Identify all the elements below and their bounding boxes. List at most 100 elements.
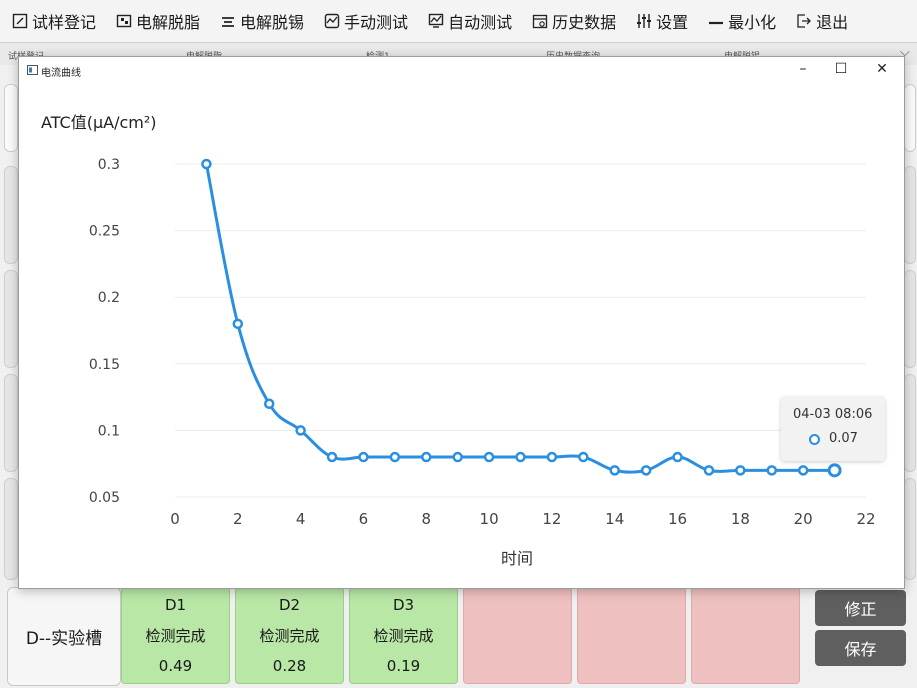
data-point [672,451,683,463]
background-row [904,478,916,580]
x-tick-label: 12 [542,510,561,528]
chart-tooltip: 04-03 08:06 0.07 [781,397,885,461]
data-point [452,451,463,463]
x-tick-label: 16 [668,510,687,528]
sample-cell-empty[interactable] [463,587,572,684]
data-point [483,451,495,463]
edit-icon [12,13,28,29]
data-point [827,463,842,478]
toolbar-settings-button[interactable]: 设置 [636,9,688,33]
background-row [4,478,18,580]
data-point [797,465,809,476]
x-tick-label: 2 [233,510,243,528]
x-tick-label: 20 [794,510,813,528]
data-point [263,398,275,410]
data-point [609,465,620,476]
data-point [201,158,212,170]
data-point [326,451,338,463]
toolbar-label: 历史数据 [552,13,617,32]
exit-icon [797,14,812,28]
data-point [515,451,526,463]
background-panel [904,84,916,152]
history-icon [532,14,548,29]
toolbar-label: 最小化 [728,13,777,32]
background-row [4,374,18,472]
row-label-d-tank: D--实验槽 [7,587,121,686]
toolbar-history-button[interactable]: 历史数据 [532,9,616,33]
data-point [358,451,369,463]
toolbar-label: 自动测试 [448,13,513,32]
data-point [295,425,306,436]
cell-name: D3 [392,595,415,614]
y-tick-label: 0.3 [98,157,120,173]
x-tick-label: 14 [605,510,624,528]
toolbar-degrease-button[interactable]: 电解脱脂 [116,9,200,33]
cell-status: 检测完成 [145,626,206,645]
background-row [904,374,916,472]
y-tick-label: 0.25 [89,224,120,240]
main-toolbar: 试样登记 电解脱脂 电解脱锡 手动测试 自动测试 历史数据 设置 最小化 退出 [0,0,917,42]
tooltip-date: 04-03 08:06 [793,407,873,422]
background-row [904,270,916,368]
toolbar-exit-button[interactable]: 退出 [796,9,848,33]
x-tick-label: 4 [296,510,306,528]
auto-test-icon [428,13,444,28]
y-tick-label: 0.2 [98,290,120,306]
x-tick-label: 18 [731,510,750,528]
save-button[interactable]: 保存 [815,630,906,666]
current-line-chart: 0.3 0.25 0.2 0.15 0.1 0.05 0 2 4 6 8 10 12 14 16 18 20 22 [89,157,876,528]
x-tick-label: 10 [480,510,499,528]
x-tick-label: 6 [359,510,369,528]
toolbar-label: 退出 [816,13,849,32]
y-tick-label: 0.15 [89,357,120,373]
toolbar-detin-button[interactable]: 电解脱锡 [220,9,304,33]
cell-value: 0.28 [272,657,307,676]
toolbar-label: 电解脱锡 [240,13,305,32]
x-tick-label: 0 [170,510,180,528]
data-point [578,451,589,463]
cell-name: D2 [278,595,301,614]
sample-cell-empty[interactable] [577,587,686,684]
data-point [766,465,778,476]
cell-name: D1 [164,595,187,614]
cell-status: 检测完成 [259,626,320,645]
data-point [703,465,715,476]
data-point [735,465,746,476]
x-tick-label: 8 [421,510,431,528]
toolbar-manual-test-button[interactable]: 手动测试 [324,9,408,33]
toolbar-minimize-button[interactable]: 最小化 [708,9,776,33]
data-point [232,318,244,330]
sample-cell-d1[interactable]: D1 检测完成 0.49 [121,587,230,684]
toolbar-label: 电解脱脂 [136,13,201,32]
data-point [546,451,558,463]
background-row [904,166,916,264]
sample-cell-d3[interactable]: D3 检测完成 0.19 [349,587,458,684]
toolbar-auto-test-button[interactable]: 自动测试 [428,9,512,33]
y-tick-label: 0.05 [89,490,120,506]
y-tick-label: 0.1 [98,423,120,439]
sample-cell-empty[interactable] [691,587,800,684]
current-curve-window: 电流曲线 – ☐ ✕ ATC值(μA/cm²) 时间 0.3 0.25 0.2 0.1… [18,56,905,589]
cell-value: 0.49 [158,657,193,676]
tooltip-series-marker [809,434,820,445]
tooltip-value: 0.07 [829,431,858,446]
degrease-icon [116,14,132,28]
data-point [640,465,652,476]
background-row [4,166,18,264]
data-point [389,451,401,463]
settings-icon [637,14,652,28]
cell-value: 0.19 [386,657,421,676]
background-row [4,270,18,368]
fix-button[interactable]: 修正 [815,590,906,626]
x-tick-label: 22 [856,510,875,528]
toolbar-register-button[interactable]: 试样登记 [12,9,96,33]
data-point [421,451,432,463]
minimize-icon [709,21,724,25]
detin-icon [222,17,235,27]
background-panel [4,84,18,152]
cell-status: 检测完成 [373,626,434,645]
toolbar-label: 设置 [656,13,689,32]
toolbar-label: 手动测试 [344,13,409,32]
toolbar-label: 试样登记 [32,13,97,32]
sample-cell-d2[interactable]: D2 检测完成 0.28 [235,587,344,684]
